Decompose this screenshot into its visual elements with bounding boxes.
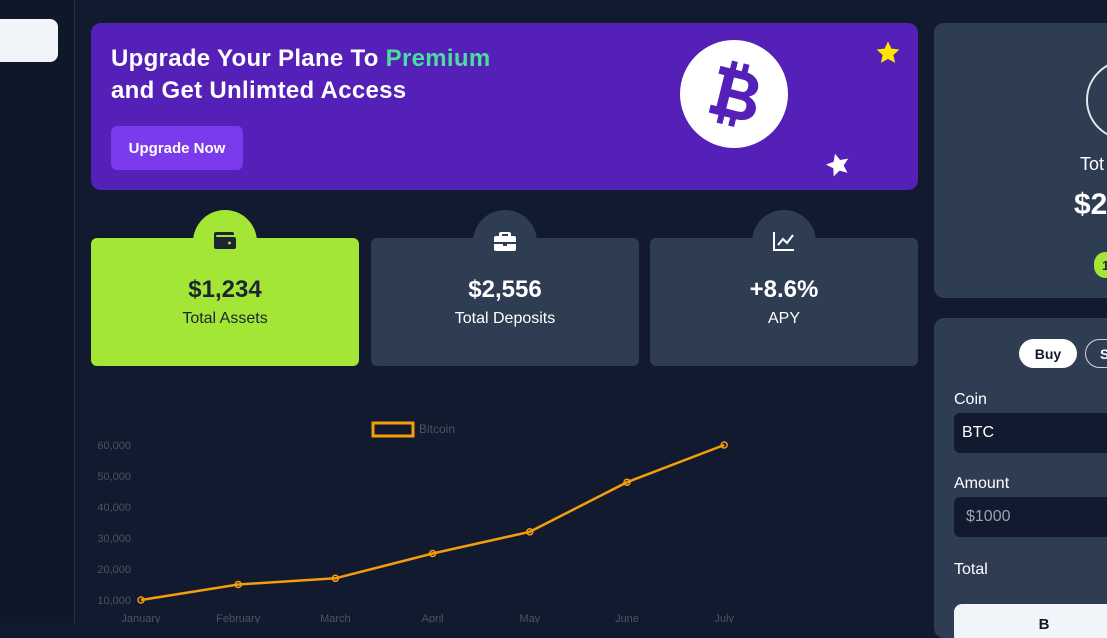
trade-panel: Buy S Coin BTC Amount $1000 Total B	[934, 318, 1107, 638]
stat-value: $1,234	[188, 276, 262, 303]
stat-label: Total Deposits	[454, 310, 556, 327]
series-line	[140, 443, 725, 602]
banner-title-line2: and Get Unlimted Access	[111, 77, 407, 104]
y-tick-label: 40,000	[97, 502, 131, 514]
bitcoin-icon	[680, 40, 788, 148]
avatar	[1086, 60, 1107, 140]
y-tick-label: 50,000	[97, 471, 131, 483]
x-tick-label: June	[615, 613, 639, 623]
stat-card-total-deposits: $2,556 Total Deposits	[371, 210, 639, 366]
amount-label: Amount	[954, 475, 1010, 492]
banner-title-highlight: Premium	[385, 45, 491, 72]
banner-title-prefix: Upgrade Your Plane To	[111, 45, 386, 72]
balance-label: Tot	[1080, 154, 1105, 174]
balance-badge: 1	[1094, 252, 1107, 278]
stat-label: Total Assets	[182, 310, 268, 327]
sidebar-active-item[interactable]	[0, 19, 58, 62]
stat-value: $2,556	[468, 276, 542, 303]
stat-card-total-assets: $1,234 Total Assets	[91, 210, 359, 366]
upgrade-banner: Upgrade Your Plane To Premium and Get Un…	[91, 23, 918, 190]
balance-value: $2	[1074, 188, 1107, 221]
trend-chart-icon	[752, 210, 816, 251]
bitcoin-line-chart: Bitcoin 10,000 20,000 30,000 40,000 50,000 60,…	[97, 421, 734, 623]
upgrade-now-button[interactable]: Upgrade Now	[111, 126, 243, 170]
stat-card-apy: +8.6% APY	[650, 210, 918, 366]
amount-input[interactable]: $1000	[954, 497, 1107, 537]
buy-submit-button[interactable]: B	[954, 604, 1107, 638]
coin-label: Coin	[954, 391, 987, 408]
tab-buy[interactable]: Buy	[1019, 339, 1077, 368]
stat-value: +8.6%	[749, 276, 819, 303]
x-tick-label: January	[121, 613, 161, 623]
y-tick-label: 60,000	[97, 440, 131, 452]
tab-sell[interactable]: S	[1085, 339, 1107, 368]
legend-label: Bitcoin	[419, 422, 455, 436]
stat-label: APY	[767, 310, 800, 327]
banner-title: Upgrade Your Plane To Premium and Get Un…	[111, 43, 490, 107]
balance-panel: Tot $2 1	[934, 23, 1107, 298]
legend-swatch	[371, 421, 415, 438]
total-label: Total	[954, 561, 988, 578]
briefcase-icon	[473, 210, 537, 251]
star-icon	[824, 151, 852, 184]
y-tick-label: 10,000	[97, 595, 131, 607]
y-tick-label: 20,000	[97, 564, 131, 576]
x-tick-label: February	[216, 613, 261, 623]
y-tick-label: 30,000	[97, 533, 131, 545]
x-tick-label: May	[519, 613, 540, 623]
sidebar	[0, 0, 75, 623]
x-tick-label: July	[714, 613, 734, 623]
x-tick-label: March	[320, 613, 351, 623]
wallet-icon	[193, 210, 257, 250]
coin-select[interactable]: BTC	[954, 413, 1107, 453]
star-icon	[874, 39, 902, 72]
x-tick-label: April	[422, 613, 444, 623]
